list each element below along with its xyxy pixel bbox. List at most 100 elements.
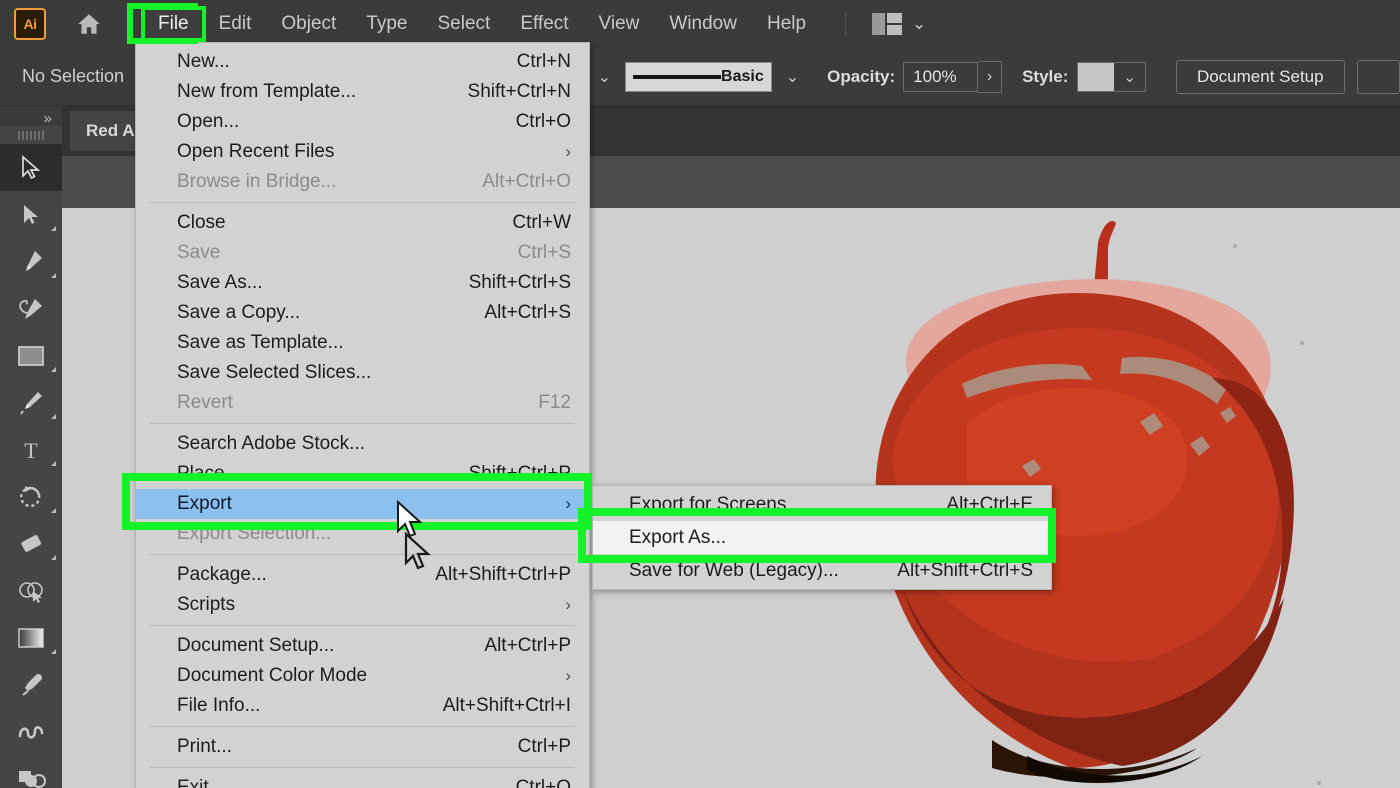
menu-item-label: Export for Screens: [629, 494, 786, 516]
tool-flyout-icon[interactable]: [51, 649, 56, 654]
file-menu-dropdown[interactable]: New... Ctrl+N New from Template... Shift…: [135, 42, 590, 788]
menu-item-shortcut: Alt+Shift+Ctrl+P: [435, 564, 571, 586]
menu-item-new[interactable]: New... Ctrl+N: [136, 47, 589, 77]
menu-item-label: Document Setup...: [177, 635, 334, 657]
panel-drag-handle[interactable]: [0, 126, 62, 144]
menu-item-label: File Info...: [177, 695, 260, 717]
export-submenu[interactable]: Export for Screens Alt+Ctrl+E Export As.…: [592, 485, 1052, 590]
submenu-item-export-as[interactable]: Export As...: [593, 521, 1051, 554]
menu-item-label: Document Color Mode: [177, 665, 367, 687]
stroke-profile-select[interactable]: Basic: [625, 62, 772, 92]
tool-flyout-icon[interactable]: [51, 555, 56, 560]
menu-select[interactable]: Select: [425, 10, 504, 38]
menu-item-open[interactable]: Open... Ctrl+O: [136, 107, 589, 137]
tool-rotate[interactable]: [0, 473, 62, 520]
menu-item-shortcut: Alt+Shift+Ctrl+I: [443, 695, 571, 717]
tool-flyout-icon[interactable]: [51, 226, 56, 231]
menu-view[interactable]: View: [586, 10, 653, 38]
menu-item-save-selected-slices[interactable]: Save Selected Slices...: [136, 358, 589, 388]
menu-item-label: Print...: [177, 736, 232, 758]
menu-item-shortcut: Ctrl+S: [518, 242, 571, 264]
style-select[interactable]: ⌄: [1077, 62, 1146, 92]
menu-item-label: Save Selected Slices...: [177, 362, 371, 384]
style-chevron-down-icon[interactable]: ⌄: [1114, 68, 1145, 86]
menu-item-label: Save a Copy...: [177, 302, 300, 324]
collapse-panel-icon[interactable]: »: [0, 106, 62, 126]
menu-item-search-adobe-stock[interactable]: Search Adobe Stock...: [136, 429, 589, 459]
tool-type[interactable]: T: [0, 426, 62, 473]
document-setup-button[interactable]: Document Setup: [1176, 60, 1345, 94]
tool-flyout-icon[interactable]: [51, 367, 56, 372]
tool-selection[interactable]: [0, 144, 62, 191]
menu-object[interactable]: Object: [268, 10, 349, 38]
menu-separator: [150, 625, 575, 626]
menu-item-browse-in-bridge: Browse in Bridge... Alt+Ctrl+O: [136, 167, 589, 197]
tool-flyout-icon[interactable]: [51, 414, 56, 419]
menu-help[interactable]: Help: [754, 10, 819, 38]
style-label: Style:: [1022, 67, 1068, 87]
menu-item-document-color-mode[interactable]: Document Color Mode ›: [136, 661, 589, 691]
tools-panel: » T: [0, 106, 63, 788]
stroke-chevron-down-icon[interactable]: ⌄: [772, 67, 813, 87]
submenu-item-save-for-web-legacy[interactable]: Save for Web (Legacy)... Alt+Shift+Ctrl+…: [593, 554, 1051, 587]
submenu-arrow-icon: ›: [565, 595, 571, 615]
tool-paintbrush[interactable]: [0, 379, 62, 426]
menu-effect[interactable]: Effect: [507, 10, 581, 38]
menu-item-shortcut: Ctrl+W: [512, 212, 571, 234]
menu-item-label: Open...: [177, 111, 239, 133]
menu-item-export[interactable]: Export ›: [136, 489, 589, 519]
menu-item-label: Open Recent Files: [177, 141, 334, 163]
menu-item-new-from-template[interactable]: New from Template... Shift+Ctrl+N: [136, 77, 589, 107]
tool-flyout-icon[interactable]: [51, 273, 56, 278]
menu-item-revert: Revert F12: [136, 388, 589, 418]
tool-blend[interactable]: [0, 708, 62, 755]
tool-flyout-icon[interactable]: [51, 461, 56, 466]
tool-direct-selection[interactable]: [0, 191, 62, 238]
menu-item-label: Revert: [177, 392, 233, 414]
menu-item-file-info[interactable]: File Info... Alt+Shift+Ctrl+I: [136, 691, 589, 721]
tool-eyedropper[interactable]: [0, 661, 62, 708]
submenu-arrow-icon: ›: [565, 666, 571, 686]
menu-separator: [150, 202, 575, 203]
home-icon[interactable]: [74, 11, 104, 37]
menu-item-place[interactable]: Place... Shift+Ctrl+P: [136, 459, 589, 489]
menu-separator: [150, 423, 575, 424]
tool-rectangle[interactable]: [0, 332, 62, 379]
tool-pen[interactable]: [0, 238, 62, 285]
submenu-item-export-for-screens[interactable]: Export for Screens Alt+Ctrl+E: [593, 488, 1051, 521]
menu-item-shortcut: Shift+Ctrl+P: [469, 463, 571, 485]
tool-gradient[interactable]: [0, 614, 62, 661]
menu-edit[interactable]: Edit: [206, 10, 265, 38]
menu-item-save-as[interactable]: Save As... Shift+Ctrl+S: [136, 268, 589, 298]
style-swatch: [1078, 63, 1114, 91]
menu-file[interactable]: File: [145, 10, 202, 38]
tool-shape-builder[interactable]: [0, 567, 62, 614]
menu-item-print[interactable]: Print... Ctrl+P: [136, 732, 589, 762]
menu-item-save-a-copy[interactable]: Save a Copy... Alt+Ctrl+S: [136, 298, 589, 328]
menu-item-close[interactable]: Close Ctrl+W: [136, 208, 589, 238]
opacity-input[interactable]: 100%: [903, 62, 978, 92]
chevron-down-icon[interactable]: ⌄: [912, 14, 926, 34]
stroke-preview-icon: [633, 75, 721, 79]
menu-item-exit[interactable]: Exit Ctrl+Q: [136, 773, 589, 788]
tool-flyout-icon[interactable]: [51, 508, 56, 513]
menu-item-shortcut: F12: [538, 392, 571, 414]
menu-item-package[interactable]: Package... Alt+Shift+Ctrl+P: [136, 560, 589, 590]
opacity-more-icon[interactable]: ›: [978, 61, 1002, 93]
submenu-arrow-icon: ›: [565, 494, 571, 514]
menu-item-save-as-template[interactable]: Save as Template...: [136, 328, 589, 358]
menu-type[interactable]: Type: [353, 10, 420, 38]
menu-item-document-setup[interactable]: Document Setup... Alt+Ctrl+P: [136, 631, 589, 661]
workspace-switcher[interactable]: ⌄: [872, 13, 926, 35]
svg-text:T: T: [24, 438, 38, 463]
menu-item-scripts[interactable]: Scripts ›: [136, 590, 589, 620]
tool-eraser[interactable]: [0, 520, 62, 567]
preferences-button[interactable]: [1357, 60, 1400, 94]
opacity-label: Opacity:: [827, 67, 895, 87]
menu-item-open-recent-files[interactable]: Open Recent Files ›: [136, 137, 589, 167]
menu-items: File Edit Object Type Select Effect View…: [143, 10, 821, 38]
menu-window[interactable]: Window: [656, 10, 750, 38]
tool-curvature[interactable]: [0, 285, 62, 332]
tool-shaper[interactable]: [0, 755, 62, 788]
menu-item-label: Exit: [177, 777, 209, 788]
